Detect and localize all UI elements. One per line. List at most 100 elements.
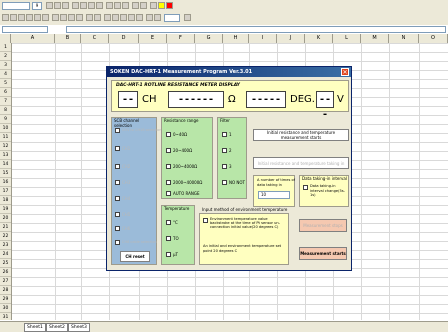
row-header[interactable]: 27 (0, 277, 11, 286)
channel-checkbox[interactable] (115, 212, 120, 217)
channel-checkbox[interactable] (115, 164, 120, 169)
initial-taking-in-button[interactable]: Initial resistance and temperature takin… (253, 157, 349, 169)
help-icon[interactable] (184, 14, 191, 21)
row-header[interactable]: 17 (0, 187, 11, 196)
row-header[interactable]: 21 (0, 223, 11, 232)
name-box[interactable] (2, 26, 48, 33)
bold-icon[interactable] (46, 2, 53, 9)
ch-reset-button[interactable]: CH reset (120, 251, 150, 262)
copy-icon[interactable] (60, 14, 67, 21)
channel-checkbox[interactable] (115, 146, 120, 151)
column-header[interactable]: G (195, 34, 223, 43)
hyperlink-icon[interactable] (104, 14, 111, 21)
italic-icon[interactable] (54, 2, 61, 9)
temperature-checkbox[interactable] (166, 252, 171, 257)
filter-checkbox[interactable] (222, 164, 227, 169)
channel-checkbox[interactable] (115, 226, 120, 231)
row-header[interactable]: 22 (0, 232, 11, 241)
column-header[interactable]: L (333, 34, 361, 43)
align-center-icon[interactable] (80, 2, 87, 9)
formula-input[interactable] (66, 26, 446, 33)
channel-checkbox[interactable] (115, 128, 120, 133)
sort-asc-icon[interactable] (128, 14, 135, 21)
row-header[interactable]: 7 (0, 97, 11, 106)
row-header[interactable]: 4 (0, 70, 11, 79)
row-header[interactable]: 16 (0, 178, 11, 187)
select-all-corner[interactable] (0, 34, 11, 43)
drawing-icon[interactable] (154, 14, 161, 21)
column-header[interactable]: M (361, 34, 389, 43)
zoom-select[interactable] (164, 14, 180, 22)
temperature-checkbox[interactable] (166, 236, 171, 241)
times-select[interactable]: 10 (258, 191, 290, 199)
filter-checkbox[interactable] (222, 180, 227, 185)
save-icon[interactable] (18, 14, 25, 21)
paste-icon[interactable] (68, 14, 75, 21)
row-header[interactable]: 9 (0, 115, 11, 124)
merge-icon[interactable] (96, 2, 103, 9)
new-icon[interactable] (2, 14, 9, 21)
row-header[interactable]: 20 (0, 214, 11, 223)
underline-icon[interactable] (62, 2, 69, 9)
row-header[interactable]: 28 (0, 286, 11, 295)
row-header[interactable]: 18 (0, 196, 11, 205)
column-header[interactable]: C (81, 34, 109, 43)
environment-checkbox[interactable] (203, 218, 208, 223)
row-header[interactable]: 19 (0, 205, 11, 214)
temperature-checkbox[interactable] (166, 220, 171, 225)
row-header[interactable]: 29 (0, 295, 11, 304)
filter-checkbox[interactable] (222, 132, 227, 137)
preview-icon[interactable] (34, 14, 41, 21)
format-painter-icon[interactable] (76, 14, 83, 21)
measurement-stop-button[interactable]: Measurement stops (299, 219, 347, 232)
row-header[interactable]: 12 (0, 142, 11, 151)
column-header[interactable]: J (277, 34, 305, 43)
row-header[interactable]: 23 (0, 241, 11, 250)
measurement-start-button[interactable]: Measurement starts (299, 247, 347, 260)
decrease-indent-icon[interactable] (132, 2, 139, 9)
open-icon[interactable] (10, 14, 17, 21)
column-header[interactable]: K (305, 34, 333, 43)
row-header[interactable]: 26 (0, 268, 11, 277)
close-icon[interactable]: ✕ (341, 68, 349, 76)
column-header[interactable]: E (139, 34, 167, 43)
row-header[interactable]: 14 (0, 160, 11, 169)
fill-color-icon[interactable] (158, 2, 165, 9)
interval-checkbox[interactable] (303, 185, 308, 190)
row-header[interactable]: 2 (0, 52, 11, 61)
undo-icon[interactable] (86, 14, 93, 21)
borders-icon[interactable] (150, 2, 157, 9)
align-right-icon[interactable] (88, 2, 95, 9)
increase-indent-icon[interactable] (140, 2, 147, 9)
font-size-select[interactable]: 9 (32, 2, 42, 10)
column-header[interactable]: D (109, 34, 139, 43)
row-header[interactable]: 30 (0, 304, 11, 313)
channel-checkbox[interactable] (115, 196, 120, 201)
function-icon[interactable] (120, 14, 127, 21)
currency-icon[interactable] (106, 2, 113, 9)
percent-icon[interactable] (114, 2, 121, 9)
row-header[interactable]: 8 (0, 106, 11, 115)
autosum-icon[interactable] (112, 14, 119, 21)
print-icon[interactable] (26, 14, 33, 21)
row-header[interactable]: 11 (0, 133, 11, 142)
font-color-icon[interactable] (166, 2, 173, 9)
channel-checkbox[interactable] (115, 180, 120, 185)
row-header[interactable]: 15 (0, 169, 11, 178)
align-left-icon[interactable] (72, 2, 79, 9)
chart-wizard-icon[interactable] (146, 14, 153, 21)
row-header[interactable]: 13 (0, 151, 11, 160)
row-header[interactable]: 1 (0, 43, 11, 52)
column-header[interactable]: O (419, 34, 448, 43)
row-header[interactable]: 3 (0, 61, 11, 70)
font-name-select[interactable] (2, 2, 30, 10)
row-header[interactable]: 25 (0, 259, 11, 268)
range-checkbox[interactable] (166, 132, 171, 137)
redo-icon[interactable] (94, 14, 101, 21)
column-header[interactable]: N (389, 34, 419, 43)
column-header[interactable]: I (249, 34, 277, 43)
comma-icon[interactable] (122, 2, 129, 9)
range-checkbox[interactable] (166, 164, 171, 169)
row-header[interactable]: 10 (0, 124, 11, 133)
row-header[interactable]: 5 (0, 79, 11, 88)
